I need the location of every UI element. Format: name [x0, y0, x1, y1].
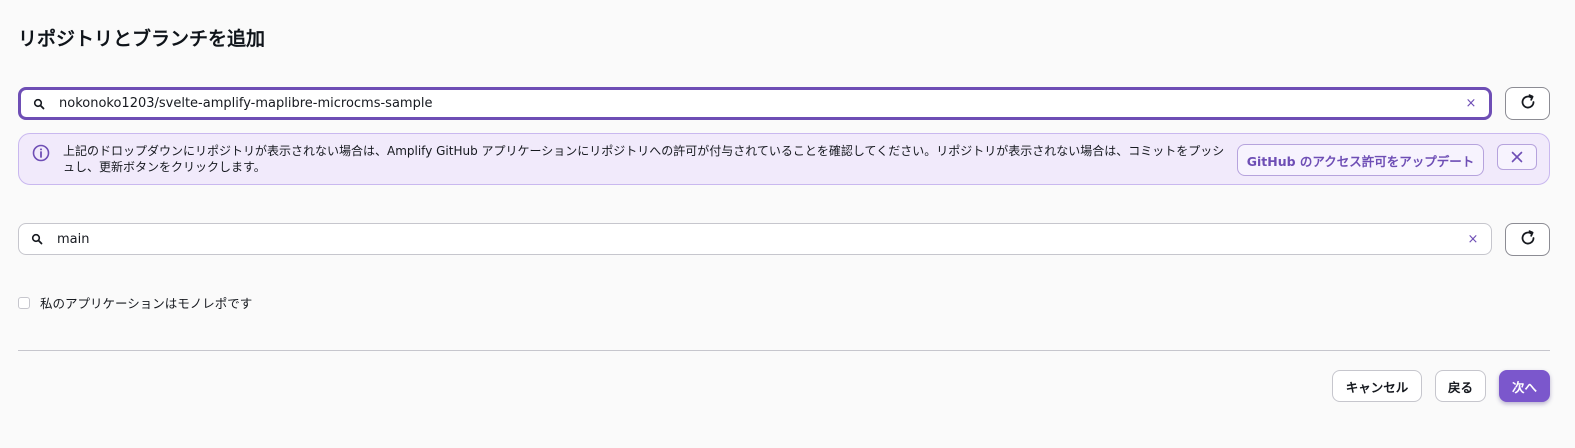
close-icon: [1511, 148, 1523, 167]
refresh-icon: [1518, 92, 1538, 116]
repository-value: nokonoko1203/svelte-amplify-maplibre-mic…: [59, 96, 433, 111]
refresh-repository-button[interactable]: [1505, 87, 1550, 120]
add-repository-page: リポジトリとブランチを追加 nokonoko1203/svelte-amplif…: [0, 0, 1575, 448]
update-github-permissions-button[interactable]: GitHub のアクセス許可をアップデート: [1237, 144, 1484, 176]
info-alert: 上記のドロップダウンにリポジトリが表示されない場合は、Amplify GitHu…: [18, 133, 1550, 185]
clear-icon[interactable]: ×: [1453, 96, 1489, 111]
refresh-branch-button[interactable]: [1505, 223, 1550, 256]
monorepo-option[interactable]: 私のアプリケーションはモノレポです: [18, 293, 252, 312]
repository-select[interactable]: nokonoko1203/svelte-amplify-maplibre-mic…: [18, 87, 1492, 120]
branch-value: main: [57, 231, 90, 247]
monorepo-checkbox-label: 私のアプリケーションはモノレポです: [40, 296, 253, 311]
info-alert-message: 上記のドロップダウンにリポジトリが表示されない場合は、Amplify GitHu…: [63, 144, 1225, 174]
search-icon: [21, 98, 57, 110]
branch-select[interactable]: main ×: [18, 223, 1492, 255]
refresh-icon: [1518, 228, 1538, 252]
clear-icon[interactable]: ×: [1455, 232, 1491, 247]
dismiss-alert-button[interactable]: [1497, 144, 1537, 170]
cancel-button[interactable]: キャンセル: [1332, 370, 1422, 402]
back-button[interactable]: 戻る: [1435, 370, 1486, 402]
page-title: リポジトリとブランチを追加: [18, 28, 266, 50]
info-icon: [32, 144, 50, 166]
divider: [18, 350, 1550, 351]
search-icon: [19, 233, 55, 245]
monorepo-checkbox[interactable]: [18, 296, 30, 309]
next-button[interactable]: 次へ: [1499, 370, 1550, 402]
